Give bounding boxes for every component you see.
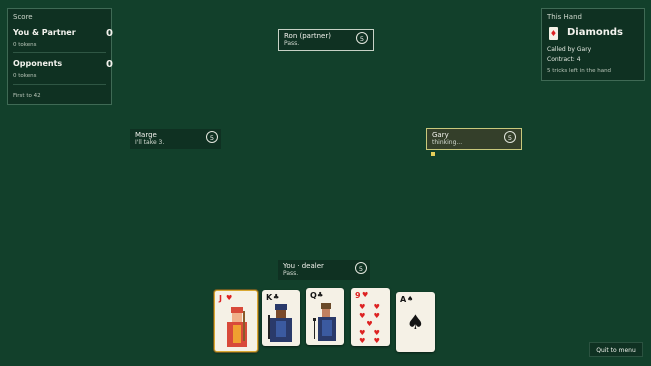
turn-indicator-icon <box>431 152 435 156</box>
hand-card[interactable]: A ♠ ♠ <box>396 292 435 352</box>
card-rank: Q <box>310 291 317 300</box>
score-goal: First to 42 <box>13 93 41 99</box>
hand-card[interactable]: J ♥ <box>214 290 258 352</box>
card-count-badge: 5 <box>355 262 367 274</box>
spade-icon: ♠ <box>407 295 414 303</box>
queen-portrait-icon <box>313 303 336 341</box>
score-panel: Score You & Partner 0 0 tokens Opponents… <box>7 8 113 105</box>
hand-card[interactable]: K ♣ <box>262 290 300 346</box>
heart-icon: ♥ <box>226 294 233 302</box>
score-title: Score <box>13 13 33 21</box>
contract: Contract: 4 <box>547 56 581 63</box>
hand-card[interactable]: 9 ♥ ♥ ♥ ♥ ♥ ♥ ♥ ♥ ♥ ♥ <box>351 288 390 346</box>
card-count-badge: 5 <box>504 131 516 143</box>
heart-icon: ♥ <box>362 291 369 299</box>
team1-tokens: 0 tokens <box>13 42 37 48</box>
spade-center-icon: ♠ <box>406 310 425 334</box>
trump-suit: Diamonds <box>567 27 623 38</box>
seat-bottom: You · dealer Pass. 5 <box>278 260 370 280</box>
club-icon: ♣ <box>273 293 280 301</box>
player-status-left: I'll take 3. <box>135 139 165 146</box>
player-status-right: thinking... <box>432 139 463 146</box>
card-rank: J <box>219 294 222 303</box>
score-divider <box>13 52 106 53</box>
diamond-card-icon: ♦ <box>549 27 558 40</box>
card-rank: K <box>266 293 273 302</box>
team1-points: 0 <box>106 28 113 39</box>
called-by: Called by Gary <box>547 46 592 53</box>
card-rank: A <box>400 295 407 304</box>
team1-name: You & Partner <box>13 28 76 37</box>
team2-tokens: 0 tokens <box>13 73 37 79</box>
player-name-left: Marge <box>135 131 157 139</box>
king-portrait-icon <box>268 304 292 342</box>
hand-title: This Hand <box>547 13 582 21</box>
hand-info-panel: This Hand ♦ Diamonds Called by Gary Cont… <box>541 8 645 81</box>
heart-pips-icon: ♥ ♥ ♥ ♥ ♥ ♥ ♥ ♥ ♥ <box>359 303 383 345</box>
card-count-badge: 5 <box>356 32 368 44</box>
player-status-bottom: Pass. <box>283 270 299 277</box>
player-status-top: Pass. <box>284 40 300 47</box>
seat-right: Gary thinking... 5 <box>426 128 522 150</box>
score-divider <box>13 84 106 85</box>
player-name-bottom: You · dealer <box>283 262 324 270</box>
team2-points: 0 <box>106 59 113 70</box>
jack-portrait-icon <box>227 307 247 347</box>
tricks-left: 5 tricks left in the hand <box>547 68 612 74</box>
player-name-right: Gary <box>432 131 449 139</box>
hand-card[interactable]: Q ♣ <box>306 288 344 345</box>
player-name-top: Ron (partner) <box>284 32 331 40</box>
card-count-badge: 5 <box>206 131 218 143</box>
quit-to-menu-button[interactable]: Quit to menu <box>589 342 643 357</box>
club-icon: ♣ <box>317 291 324 299</box>
card-rank: 9 <box>355 291 361 300</box>
seat-left: Marge I'll take 3. 5 <box>130 129 221 149</box>
team2-name: Opponents <box>13 59 63 68</box>
seat-top: Ron (partner) Pass. 5 <box>278 29 374 51</box>
